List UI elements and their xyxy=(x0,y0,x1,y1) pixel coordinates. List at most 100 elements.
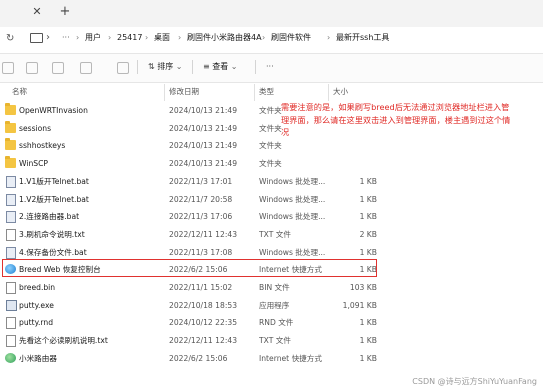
file-modified-date: 2022/11/3 17:08 xyxy=(169,248,233,257)
breadcrumb-item[interactable]: 桌面 xyxy=(154,31,170,45)
view-label: 查看 xyxy=(212,62,229,71)
more-options-button[interactable]: ··· xyxy=(266,60,274,74)
file-modified-date: 2022/11/3 17:01 xyxy=(169,177,233,186)
file-size: 1,091 KB xyxy=(342,301,377,310)
folder-icon xyxy=(5,103,16,115)
document-file-icon xyxy=(6,282,16,294)
column-header-type[interactable]: 类型 xyxy=(259,86,274,98)
file-size: 1 KB xyxy=(359,212,377,221)
file-size xyxy=(333,157,377,170)
breadcrumb-item[interactable]: 最新开ssh工具 xyxy=(336,31,389,45)
file-modified-date: 2024/10/13 21:49 xyxy=(169,159,238,168)
file-row[interactable]: 小米路由器 2022/6/2 15:06 Internet 快捷方式 1 KB xyxy=(0,350,543,367)
folder-icon xyxy=(5,121,16,133)
file-size: 1 KB xyxy=(359,354,377,363)
file-name: 1.V2版开Telnet.bat xyxy=(19,195,89,204)
breadcrumb-item[interactable]: 刷固件软件 xyxy=(271,31,311,45)
file-name: 1.V1版开Telnet.bat xyxy=(19,177,89,186)
file-row[interactable]: 1.V2版开Telnet.bat 2022/11/7 20:58 Windows 批… xyxy=(0,191,543,208)
file-modified-date: 2024/10/12 22:35 xyxy=(169,318,238,327)
chevron-right-icon: › xyxy=(46,32,50,43)
new-tab-icon[interactable]: + xyxy=(58,4,72,20)
file-type: 应用程序 xyxy=(259,301,290,310)
file-row[interactable]: 2.连接路由器.bat 2022/11/3 17:06 Windows 批处理...… xyxy=(0,208,543,225)
toolbar-divider xyxy=(255,60,256,74)
sort-button[interactable]: ⇅ 排序 ⌄ xyxy=(148,60,183,74)
computer-icon[interactable] xyxy=(30,33,43,43)
file-row[interactable]: 先看这个必读刷机说明.txt 2022/12/11 12:43 TXT 文件 1 KB xyxy=(0,332,543,349)
document-file-icon xyxy=(6,335,16,347)
view-button[interactable]: ≡ 查看 ⌄ xyxy=(203,60,238,74)
file-modified-date: 2022/11/7 20:58 xyxy=(169,195,233,204)
sort-icon: ⇅ xyxy=(148,62,155,71)
file-modified-date: 2022/6/2 15:06 xyxy=(169,354,228,363)
file-name: 3.刷机命令说明.txt xyxy=(19,230,85,239)
paste-icon[interactable] xyxy=(52,62,64,74)
file-type: Windows 批处理... xyxy=(259,212,326,221)
breadcrumb-item[interactable]: 用户 xyxy=(85,31,101,45)
file-size: 103 KB xyxy=(349,283,377,292)
file-modified-date: 2022/11/1 15:02 xyxy=(169,283,233,292)
file-row[interactable]: 1.V1版开Telnet.bat 2022/11/3 17:01 Windows 批… xyxy=(0,173,543,190)
column-divider[interactable] xyxy=(328,84,329,101)
file-row[interactable]: putty.rnd 2024/10/12 22:35 RND 文件 1 KB xyxy=(0,314,543,331)
file-modified-date: 2022/12/11 12:43 xyxy=(169,230,238,239)
close-tab-icon[interactable]: ✕ xyxy=(30,5,44,19)
refresh-icon[interactable]: ↻ xyxy=(6,33,14,44)
file-type: Windows 批处理... xyxy=(259,177,326,186)
view-icon: ≡ xyxy=(203,62,210,71)
batch-file-icon xyxy=(6,211,16,223)
breadcrumb-separator: › xyxy=(145,33,149,42)
batch-file-icon xyxy=(6,176,16,188)
delete-icon[interactable] xyxy=(117,62,129,74)
file-type: TXT 文件 xyxy=(259,336,291,345)
tab-strip xyxy=(0,0,543,27)
file-modified-date: 2024/10/13 21:49 xyxy=(169,124,238,133)
file-name: WinSCP xyxy=(19,159,48,168)
file-name: putty.rnd xyxy=(19,318,54,327)
sort-label: 排序 xyxy=(157,62,174,71)
breadcrumb-item[interactable]: 刷固件小米路由器4A xyxy=(187,31,262,45)
file-size: 1 KB xyxy=(359,318,377,327)
file-size: 2 KB xyxy=(359,230,377,239)
file-modified-date: 2022/11/3 17:06 xyxy=(169,212,233,221)
file-name: putty.exe xyxy=(19,301,54,310)
breadcrumb-separator: › xyxy=(262,33,266,42)
batch-file-icon xyxy=(6,247,16,259)
cut-icon[interactable] xyxy=(2,62,14,74)
application-icon xyxy=(6,300,17,311)
file-row[interactable]: sshhostkeys 2024/10/13 21:49 文件夹 xyxy=(0,137,543,154)
file-type: Internet 快捷方式 xyxy=(259,354,322,363)
column-header-size[interactable]: 大小 xyxy=(333,86,348,98)
internet-shortcut-icon xyxy=(5,353,16,363)
column-divider[interactable] xyxy=(254,84,255,101)
column-divider[interactable] xyxy=(164,84,165,101)
folder-icon xyxy=(5,138,16,150)
file-type: RND 文件 xyxy=(259,318,294,327)
rename-icon[interactable] xyxy=(80,62,92,74)
file-row[interactable]: 3.刷机命令说明.txt 2022/12/11 12:43 TXT 文件 2 KB xyxy=(0,226,543,243)
toolbar-divider xyxy=(137,60,138,74)
file-name: 先看这个必读刷机说明.txt xyxy=(19,336,108,345)
file-name: 2.连接路由器.bat xyxy=(19,212,80,221)
file-type: 文件夹 xyxy=(259,159,282,168)
file-name: sessions xyxy=(19,124,52,133)
watermark: CSDN @诗与远方ShiYuYuanFang xyxy=(412,377,537,386)
file-row[interactable]: putty.exe 2022/10/18 18:53 应用程序 1,091 KB xyxy=(0,297,543,314)
document-file-icon xyxy=(6,317,16,329)
file-type: BIN 文件 xyxy=(259,283,290,292)
breadcrumb-separator: › xyxy=(178,33,182,42)
breadcrumb-more-button[interactable]: ··· xyxy=(62,31,70,45)
column-header-date[interactable]: 修改日期 xyxy=(169,86,199,98)
chevron-down-icon: ⌄ xyxy=(175,62,183,71)
file-modified-date: 2022/12/11 12:43 xyxy=(169,336,238,345)
breadcrumb-separator: › xyxy=(327,33,331,42)
file-row[interactable]: breed.bin 2022/11/1 15:02 BIN 文件 103 KB xyxy=(0,279,543,296)
chevron-down-icon: ⌄ xyxy=(230,62,238,71)
file-modified-date: 2024/10/13 21:49 xyxy=(169,141,238,150)
copy-icon[interactable] xyxy=(26,62,38,74)
column-header-name[interactable]: 名称 xyxy=(12,86,27,98)
file-name: sshhostkeys xyxy=(19,141,66,150)
file-row[interactable]: WinSCP 2024/10/13 21:49 文件夹 xyxy=(0,155,543,172)
breadcrumb-item[interactable]: 25417 xyxy=(117,31,142,45)
